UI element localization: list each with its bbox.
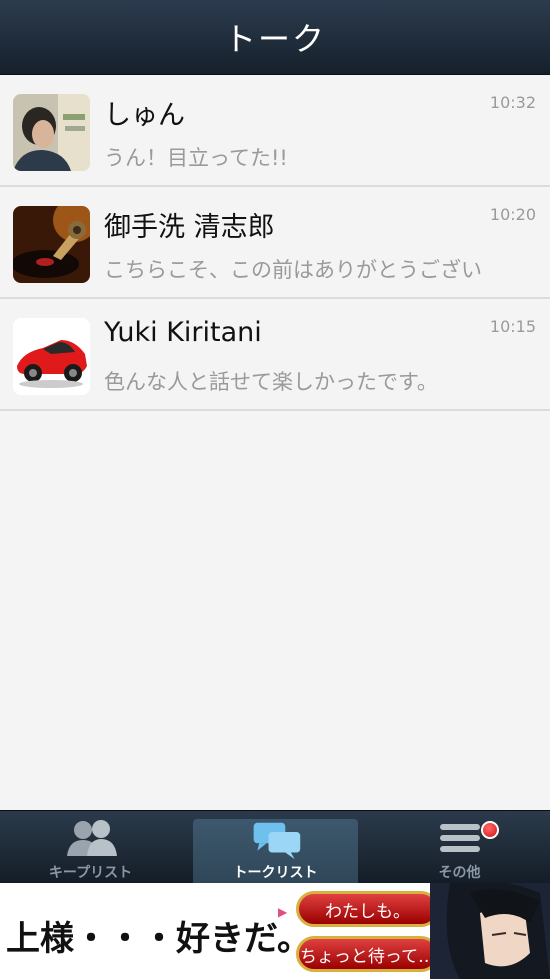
chat-row[interactable]: しゅん うん！目立ってた!! 10:32: [0, 75, 550, 187]
tab-other[interactable]: その他: [377, 811, 542, 884]
ad-headline: 上様・・・好きだ。: [6, 919, 311, 959]
chat-name: 御手洗 清志郎: [104, 212, 275, 243]
tab-keep-list[interactable]: キープリスト: [8, 811, 173, 884]
chat-preview: 色んな人と話せて楽しかったです。: [104, 370, 438, 394]
chat-name: しゅん: [104, 100, 185, 131]
tab-bar: キープリスト トークリスト その他: [0, 810, 550, 884]
chat-time: 10:32: [489, 93, 536, 112]
chat-time: 10:20: [489, 205, 536, 224]
character-illustration: [430, 883, 550, 979]
chat-list: しゅん うん！目立ってた!! 10:32 御手洗 清志郎 こちらこそ、この前はあ…: [0, 75, 550, 411]
tab-label: その他: [438, 865, 481, 881]
people-icon: [66, 820, 117, 856]
arrow-icon: ▶: [278, 905, 288, 919]
chat-row[interactable]: 御手洗 清志郎 こちらこそ、この前はありがとうございま 10:20: [0, 187, 550, 299]
chat-name: Yuki Kiritani: [104, 317, 262, 348]
ad-banner[interactable]: 上様・・・好きだ。 ▶ わたしも。 ちょっと待って…: [0, 883, 550, 979]
tab-label: キープリスト: [48, 865, 133, 881]
page-title: トーク: [223, 20, 326, 58]
avatar: [13, 94, 90, 171]
ad-option-button[interactable]: わたしも。: [296, 891, 439, 927]
chat-bubbles-icon: [253, 822, 300, 860]
avatar: [13, 318, 90, 395]
tab-talk-list[interactable]: トークリスト: [193, 819, 358, 884]
app-header: トーク: [0, 0, 550, 75]
chat-row[interactable]: Yuki Kiritani 色んな人と話せて楽しかったです。 10:15: [0, 299, 550, 411]
chat-time: 10:15: [489, 317, 536, 336]
menu-icon: [439, 824, 480, 852]
avatar: [13, 206, 90, 283]
tab-label: トークリスト: [233, 865, 318, 881]
ad-option-button[interactable]: ちょっと待って…: [296, 936, 439, 972]
chat-preview: うん！目立ってた!!: [104, 146, 288, 170]
notification-badge: [481, 821, 499, 839]
chat-preview: こちらこそ、この前はありがとうございま: [104, 258, 484, 282]
